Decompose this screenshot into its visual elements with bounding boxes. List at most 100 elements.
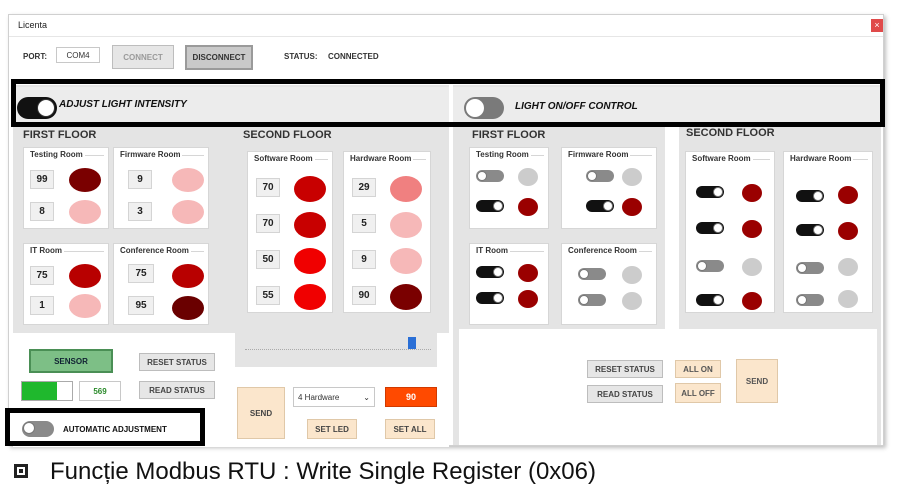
room-dropdown[interactable]: 4 Hardware ⌄ xyxy=(293,387,375,407)
bullet-square-icon xyxy=(14,464,28,478)
firmware-status-2 xyxy=(622,198,642,216)
firmware-led-2 xyxy=(172,200,204,224)
software-led-3 xyxy=(294,248,326,274)
hardware-value-1[interactable]: 29 xyxy=(352,178,376,197)
onoff-room-firmware: Firmware Room xyxy=(561,147,657,229)
onoff-room-hardware: Hardware Room xyxy=(783,151,873,313)
room-dropdown-value: 4 Hardware xyxy=(298,392,340,402)
hardware-switch-3[interactable] xyxy=(796,262,824,274)
testing-value-1[interactable]: 99 xyxy=(30,170,54,189)
slide-caption: Funcție Modbus RTU : Write Single Regist… xyxy=(50,458,596,485)
right-send-button[interactable]: SEND xyxy=(736,359,778,403)
port-field[interactable]: COM4 xyxy=(56,47,100,63)
software-switch-1[interactable] xyxy=(696,186,724,198)
hardware-led-1 xyxy=(390,176,422,202)
left-reset-status-button[interactable]: RESET STATUS xyxy=(139,353,215,371)
software-value-2[interactable]: 70 xyxy=(256,214,280,233)
hardware-value-2[interactable]: 5 xyxy=(352,214,376,233)
testing-switch-2[interactable] xyxy=(476,200,504,212)
hardware-led-4 xyxy=(390,284,422,310)
intensity-value[interactable]: 90 xyxy=(385,387,437,407)
software-switch-3[interactable] xyxy=(696,260,724,272)
room-hardware: Hardware Room 29 5 9 90 xyxy=(343,151,431,313)
room-firmware: Firmware Room 9 3 xyxy=(113,147,209,229)
software-status-1 xyxy=(742,184,762,202)
sensor-level-bar xyxy=(21,381,73,401)
intensity-slider-track[interactable] xyxy=(245,349,431,350)
software-value-4[interactable]: 55 xyxy=(256,286,280,305)
conference-status-1 xyxy=(622,266,642,284)
it-switch-2[interactable] xyxy=(476,292,504,304)
hardware-value-3[interactable]: 9 xyxy=(352,250,376,269)
hardware-status-3 xyxy=(838,258,858,276)
sensor-level-fill xyxy=(22,382,57,400)
software-switch-2[interactable] xyxy=(696,222,724,234)
onoff-room-software: Software Room xyxy=(685,151,775,313)
it-value-2[interactable]: 1 xyxy=(30,296,54,315)
right-first-floor-title: FIRST FLOOR xyxy=(472,129,546,141)
left-read-status-button[interactable]: READ STATUS xyxy=(139,381,215,399)
highlight-frame-auto xyxy=(5,408,205,446)
it-value-1[interactable]: 75 xyxy=(30,266,54,285)
onoff-room-it: IT Room xyxy=(469,243,549,325)
set-all-button[interactable]: SET ALL xyxy=(385,419,435,439)
port-label: PORT: xyxy=(23,52,47,61)
software-value-3[interactable]: 50 xyxy=(256,250,280,269)
onoff-room-conference: Conference Room xyxy=(561,243,657,325)
close-button[interactable]: × xyxy=(871,19,883,32)
title-bar: Licenta × xyxy=(9,15,883,37)
all-off-button[interactable]: ALL OFF xyxy=(675,383,721,403)
conference-status-2 xyxy=(622,292,642,310)
room-testing: Testing Room 99 8 xyxy=(23,147,109,229)
sensor-value: 569 xyxy=(79,381,121,401)
conference-value-2[interactable]: 95 xyxy=(128,296,154,315)
it-led-2 xyxy=(69,294,101,318)
all-on-button[interactable]: ALL ON xyxy=(675,360,721,378)
left-send-button[interactable]: SEND xyxy=(237,387,285,439)
room-software: Software Room 70 70 50 55 xyxy=(247,151,333,313)
left-second-floor-title: SECOND FLOOR xyxy=(243,129,332,141)
right-read-status-button[interactable]: READ STATUS xyxy=(587,385,663,403)
room-conference: Conference Room 75 95 xyxy=(113,243,209,325)
connect-button[interactable]: CONNECT xyxy=(112,45,174,69)
conference-led-1 xyxy=(172,264,204,288)
software-switch-4[interactable] xyxy=(696,294,724,306)
hardware-switch-1[interactable] xyxy=(796,190,824,202)
software-status-4 xyxy=(742,292,762,310)
it-led-1 xyxy=(69,264,101,288)
intensity-slider-thumb[interactable] xyxy=(408,337,417,349)
hardware-status-4 xyxy=(838,290,858,308)
it-status-1 xyxy=(518,264,538,282)
hardware-status-2 xyxy=(838,222,858,240)
testing-status-1 xyxy=(518,168,538,186)
it-status-2 xyxy=(518,290,538,308)
conference-value-1[interactable]: 75 xyxy=(128,264,154,283)
software-led-2 xyxy=(294,212,326,238)
testing-value-2[interactable]: 8 xyxy=(30,202,54,221)
conference-led-2 xyxy=(172,296,204,320)
window-title: Licenta xyxy=(18,20,48,30)
firmware-switch-2[interactable] xyxy=(586,200,614,212)
left-first-floor-title: FIRST FLOOR xyxy=(23,129,97,141)
status-value: CONNECTED xyxy=(328,52,379,61)
sensor-button[interactable]: SENSOR xyxy=(29,349,113,373)
right-reset-status-button[interactable]: RESET STATUS xyxy=(587,360,663,378)
set-led-button[interactable]: SET LED xyxy=(307,419,357,439)
software-led-1 xyxy=(294,176,326,202)
conference-switch-1[interactable] xyxy=(578,268,606,280)
testing-switch-1[interactable] xyxy=(476,170,504,182)
testing-led-2 xyxy=(69,200,101,224)
it-switch-1[interactable] xyxy=(476,266,504,278)
hardware-switch-2[interactable] xyxy=(796,224,824,236)
conference-switch-2[interactable] xyxy=(578,294,606,306)
onoff-room-testing: Testing Room xyxy=(469,147,549,229)
disconnect-button[interactable]: DISCONNECT xyxy=(185,45,253,70)
hardware-value-4[interactable]: 90 xyxy=(352,286,376,305)
firmware-switch-1[interactable] xyxy=(586,170,614,182)
firmware-value-2[interactable]: 3 xyxy=(128,202,152,221)
highlight-frame-top xyxy=(11,79,885,127)
firmware-value-1[interactable]: 9 xyxy=(128,170,152,189)
hardware-switch-4[interactable] xyxy=(796,294,824,306)
chevron-down-icon: ⌄ xyxy=(363,392,370,402)
software-value-1[interactable]: 70 xyxy=(256,178,280,197)
